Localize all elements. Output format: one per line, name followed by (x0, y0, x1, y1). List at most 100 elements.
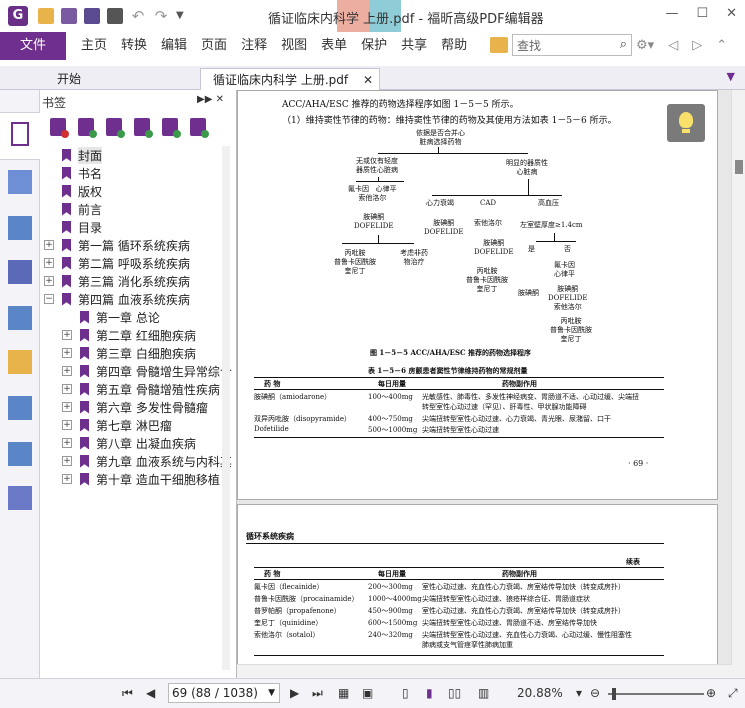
document-properties-icon[interactable] (8, 396, 32, 420)
first-page-icon[interactable]: ⏮ (122, 686, 133, 701)
signature-panel-icon[interactable] (8, 486, 32, 510)
menu-protect[interactable]: 保护 (354, 32, 394, 60)
bookmark-item[interactable]: + 第九章 血液系统与内科其 (62, 452, 232, 470)
menu-edit[interactable]: 编辑 (154, 32, 194, 60)
expand-toggle-icon[interactable]: + (62, 438, 72, 448)
expand-toggle-icon[interactable]: + (44, 240, 54, 250)
maximize-icon[interactable]: ☐ (696, 6, 708, 21)
tab-close-icon[interactable]: ✕ (363, 69, 373, 91)
bookmark-item[interactable]: − 第四篇 血液系统疾病 (44, 290, 190, 308)
next-page-icon[interactable]: ▶ (290, 686, 299, 700)
page-number-input[interactable]: 69 (88 / 1038) ▼ (168, 683, 280, 703)
page-thumbnail-icon[interactable]: ▦ (338, 686, 349, 700)
print-icon[interactable] (107, 8, 123, 24)
scroll-thumb[interactable] (735, 160, 743, 174)
page-dropdown-icon[interactable]: ▼ (268, 684, 275, 702)
redo-icon[interactable]: ↷ (153, 8, 169, 24)
expand-toggle-icon[interactable]: + (44, 258, 54, 268)
nav-forward-icon[interactable]: ▷ (692, 38, 702, 53)
add-child-bookmark-icon[interactable] (106, 118, 125, 138)
menu-annotate[interactable]: 注释 (234, 32, 274, 60)
panel-scrollbar[interactable] (222, 146, 230, 670)
menu-convert[interactable]: 转换 (114, 32, 154, 60)
file-menu-button[interactable]: 文件 (0, 32, 66, 60)
tab-start[interactable]: 开始 (45, 68, 185, 90)
bookmark-item[interactable]: + 第七章 淋巴瘤 (62, 416, 172, 434)
menu-home[interactable]: 主页 (74, 32, 114, 60)
bookmark-panel-icon[interactable] (11, 122, 29, 146)
zoom-out-icon[interactable]: ⊖ (590, 686, 600, 700)
nav-back-icon[interactable]: ◁ (668, 38, 678, 53)
menu-help[interactable]: 帮助 (434, 32, 474, 60)
app-logo-icon[interactable]: G (8, 6, 28, 26)
menu-page[interactable]: 页面 (194, 32, 234, 60)
document-viewport[interactable]: ACC/AHA/ESC 推荐的药物选择程序如图 1－5－5 所示。 （1）维持窦… (236, 90, 745, 678)
expand-toggle-icon[interactable]: + (62, 348, 72, 358)
bookmark-item[interactable]: + 第八章 出凝血疾病 (62, 434, 196, 452)
expand-toggle-icon[interactable]: + (44, 276, 54, 286)
continuous-facing-view-icon[interactable]: ▥ (478, 686, 489, 700)
save-as-icon[interactable] (84, 8, 100, 24)
lightbulb-tip-icon[interactable] (667, 104, 705, 142)
expand-toggle-icon[interactable]: + (62, 474, 72, 484)
bookmark-item[interactable]: 前言 (44, 200, 102, 218)
zoom-dropdown-icon[interactable]: ▾ (576, 686, 582, 700)
pages-panel-icon[interactable] (8, 170, 32, 194)
collapse-toggle-icon[interactable]: − (44, 294, 54, 304)
expand-toggle-icon[interactable]: + (62, 366, 72, 376)
expand-toggle-icon[interactable]: + (62, 330, 72, 340)
bookmark-item[interactable]: + 第二篇 呼吸系统疾病 (44, 254, 190, 272)
continuous-view-icon[interactable]: ▮ (426, 686, 433, 700)
undo-icon[interactable]: ↶ (130, 8, 146, 24)
single-page-view-icon[interactable]: ▯ (402, 686, 409, 700)
layers-panel-icon[interactable] (8, 216, 32, 240)
expand-toggle-icon[interactable]: + (62, 456, 72, 466)
bookmark-item[interactable]: + 第十章 造血干细胞移植 (62, 470, 220, 488)
delete-bookmark-icon[interactable] (50, 118, 69, 138)
zoom-slider-knob[interactable] (612, 688, 616, 700)
horizontal-scrollbar[interactable] (237, 664, 732, 678)
ribbon-collapse-icon[interactable]: ⌃ (716, 38, 727, 53)
save-icon[interactable] (61, 8, 77, 24)
bookmark-item[interactable]: 目录 (44, 218, 102, 236)
content-panel-icon[interactable] (8, 442, 32, 466)
bookmark-item[interactable]: 第一章 总论 (62, 308, 160, 326)
attachments-panel-icon[interactable] (8, 306, 32, 330)
menu-share[interactable]: 共享 (394, 32, 434, 60)
bookmark-item[interactable]: + 第三篇 消化系统疾病 (44, 272, 190, 290)
tab-document[interactable]: 循证临床内科学 上册.pdf ✕ (200, 68, 380, 90)
fit-page-icon[interactable]: ▣ (362, 686, 373, 700)
vertical-scrollbar[interactable] (731, 90, 745, 678)
bookmark-item[interactable]: + 第四章 骨髓增生异常综合 (62, 362, 232, 380)
add-bookmark-icon[interactable] (78, 118, 97, 138)
settings-gear-icon[interactable]: ⚙▾ (636, 38, 654, 53)
fullscreen-icon[interactable]: ⤢ (728, 686, 738, 701)
expand-toggle-icon[interactable]: + (62, 384, 72, 394)
bookmark-item[interactable]: + 第一篇 循环系统疾病 (44, 236, 190, 254)
folder-search-icon[interactable] (490, 37, 508, 53)
bookmark-item[interactable]: + 第二章 红细胞疾病 (62, 326, 196, 344)
bookmark-item[interactable]: + 第六章 多发性骨髓瘤 (62, 398, 208, 416)
expand-toggle-icon[interactable]: + (62, 420, 72, 430)
last-page-icon[interactable]: ⏭ (312, 686, 323, 701)
bookmark-item[interactable]: 封面 (44, 146, 103, 164)
panel-collapse-icon[interactable]: ▶▶ ✕ (197, 94, 224, 105)
security-lock-icon[interactable] (8, 350, 32, 374)
menu-form[interactable]: 表单 (314, 32, 354, 60)
facing-view-icon[interactable]: ▯▯ (448, 686, 461, 700)
zoom-in-icon[interactable]: ⊕ (706, 686, 716, 700)
expand-toggle-icon[interactable]: + (62, 402, 72, 412)
search-input[interactable]: 查找 ⌕ (512, 34, 632, 56)
bookmark-item[interactable]: + 第三章 白细胞疾病 (62, 344, 196, 362)
expand-bookmark-icon[interactable] (190, 118, 209, 138)
zoom-slider[interactable] (608, 693, 704, 695)
bookmark-item[interactable]: 书名 (44, 164, 102, 182)
comments-panel-icon[interactable] (8, 260, 32, 284)
prev-page-icon[interactable]: ◀ (146, 686, 155, 700)
go-to-bookmark-icon[interactable] (134, 118, 153, 138)
minimize-icon[interactable]: — (665, 6, 678, 21)
close-icon[interactable]: ✕ (726, 6, 737, 21)
open-folder-icon[interactable] (38, 8, 54, 24)
customize-caret-icon[interactable]: ▼ (176, 8, 192, 24)
bookmark-item[interactable]: + 第五章 骨髓增殖性疾病 (62, 380, 220, 398)
